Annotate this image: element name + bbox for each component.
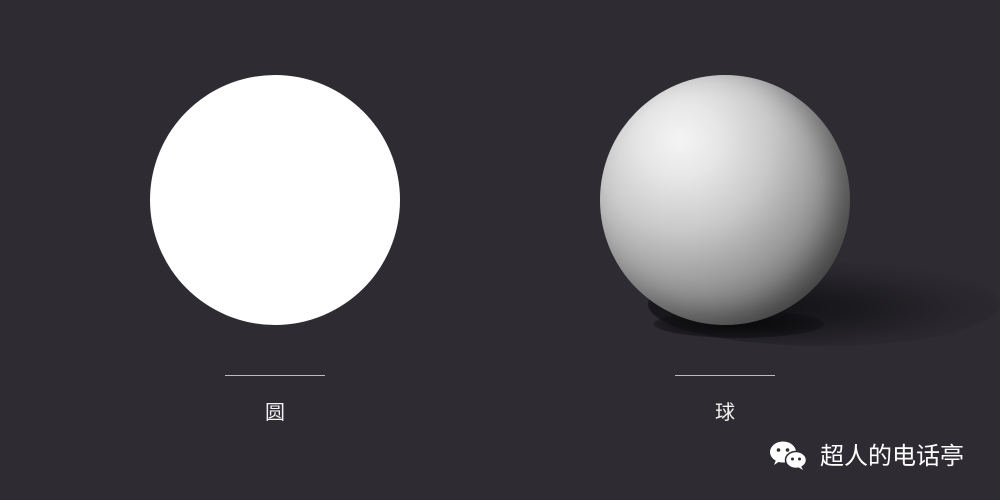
illustration-canvas: 圆 球 超人的电话亭 bbox=[0, 0, 1000, 500]
circle-label: 圆 bbox=[265, 400, 285, 424]
sphere-divider bbox=[675, 375, 775, 376]
shaded-sphere bbox=[600, 75, 850, 325]
circle-divider bbox=[225, 375, 325, 376]
sphere-label: 球 bbox=[715, 400, 735, 424]
watermark-text: 超人的电话亭 bbox=[820, 442, 964, 470]
flat-circle bbox=[150, 75, 400, 325]
wechat-icon bbox=[770, 441, 808, 470]
watermark: 超人的电话亭 bbox=[768, 438, 964, 474]
